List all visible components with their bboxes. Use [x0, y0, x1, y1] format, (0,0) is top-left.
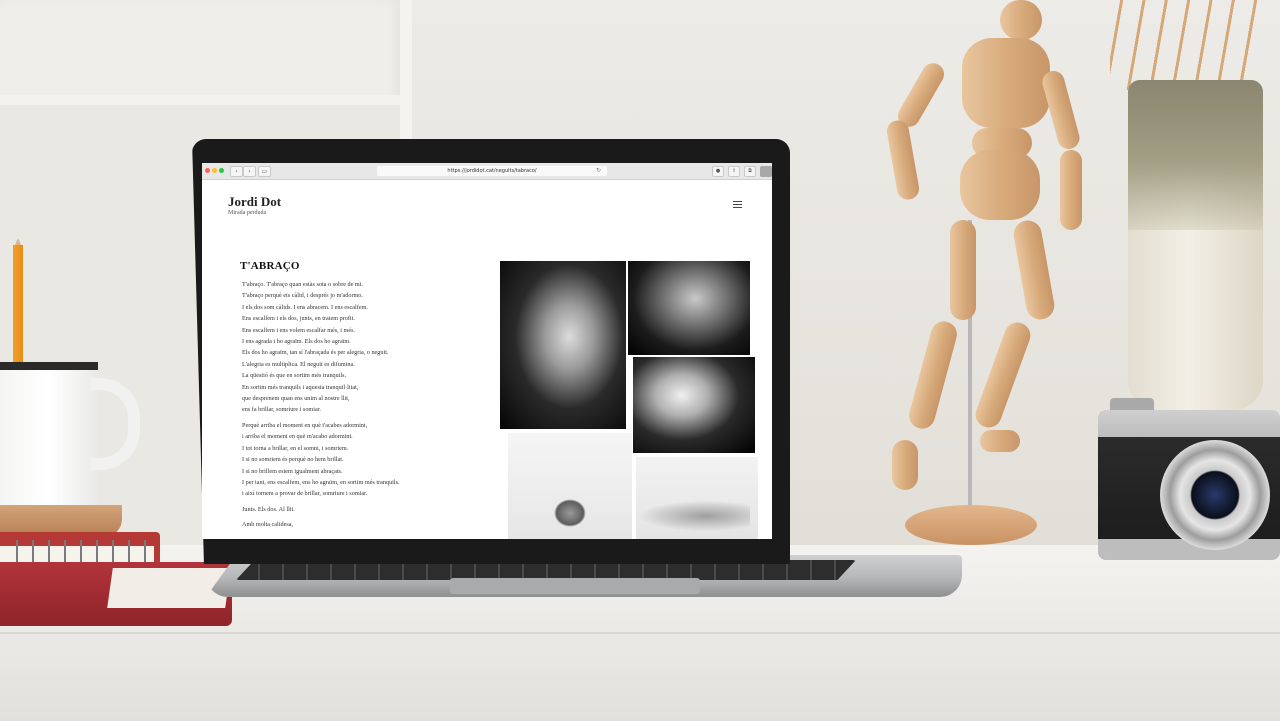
share-icon[interactable]: ⇧ [728, 166, 740, 177]
desk-scene: ‹ › ▭ https://jordidot.cat/neguits/tabra… [0, 0, 1280, 721]
mannequin-foot-left [892, 440, 918, 490]
poem-line: i així tornem a provar de brillar, somri… [242, 490, 368, 498]
poem-line: I ens agrada i ho agraïm. Els dos ho agr… [242, 338, 351, 346]
mannequin-thigh-right [1011, 218, 1057, 322]
poem-line: Ens escalfem i ens volem escalfar més, i… [242, 326, 356, 334]
mannequin-foot-right [980, 430, 1020, 452]
book-pages [107, 568, 231, 608]
poem-line: T'abraço. T'abraço quan estàs sota o sob… [242, 281, 364, 288]
mannequin-chest [962, 38, 1050, 128]
download-icon[interactable]: ● [712, 166, 724, 177]
photo-subject [640, 501, 750, 531]
sidebar-icon[interactable]: ▭ [258, 166, 271, 177]
site-title[interactable]: Jordi Dot [228, 194, 281, 210]
menu-line [733, 201, 742, 202]
poem-line: I els dos som càlids. I ens abracem. I e… [242, 303, 368, 311]
gallery-photo[interactable] [500, 261, 626, 429]
camera-lens [1160, 440, 1270, 550]
mannequin-arm-left [893, 59, 949, 131]
site-tagline: Mirada perduda [228, 210, 267, 216]
laptop-trackpad [450, 578, 700, 594]
zoom-window-button[interactable] [219, 168, 224, 173]
gallery-photo[interactable] [633, 357, 755, 453]
pencil [13, 245, 23, 365]
poem-line: Perquè arriba el moment en què t'acabes … [242, 421, 368, 429]
poem-signoff: Amb molta calidesa, [242, 521, 294, 529]
article-title: T'ABRAÇO [240, 260, 300, 272]
poem-line: I si no brillem estem igualment abraçats… [242, 467, 343, 475]
menu-line [733, 207, 742, 208]
gallery-photo[interactable] [636, 457, 758, 539]
poem-line: I tot torna a brillar, en el somni, i so… [242, 444, 349, 452]
mannequin-forearm-left [885, 118, 921, 202]
desk-edge [0, 632, 1280, 634]
poem-line: Ens escalfem i els dos, junts, en traiem… [242, 315, 355, 323]
tab-overview-icon[interactable] [760, 166, 772, 177]
minimize-window-button[interactable] [212, 168, 217, 173]
close-window-button[interactable] [205, 168, 210, 173]
mannequin-forearm-right [1060, 150, 1082, 230]
browser-toolbar: ‹ › ▭ https://jordidot.cat/neguits/tabra… [202, 163, 772, 180]
chevron-right-icon[interactable]: › [243, 166, 256, 177]
poem-line: I per tant, ens escalfem, ens ho agraïm,… [242, 478, 400, 486]
mannequin-head [1000, 0, 1042, 40]
poem-line: En sortim més tranquils i aquesta tranqu… [242, 383, 359, 391]
coffee-mug [0, 362, 98, 520]
poem-line: L'alegria es multiplica. El neguit es di… [242, 360, 355, 368]
laptop-screen: ‹ › ▭ https://jordidot.cat/neguits/tabra… [202, 163, 772, 539]
wooden-mannequin [880, 0, 1110, 545]
menu-line [733, 204, 742, 205]
mannequin-shin-right [971, 318, 1035, 432]
poem-line: La qüestió és que en sortim més tranquil… [242, 372, 347, 380]
poem-line: I si no somriem és perquè no hem brillat… [242, 456, 344, 464]
mannequin-shin-left [906, 318, 960, 432]
poem-line: Junts. Els dos. Al llit. [242, 505, 295, 513]
poem-line: ens fa brillar, somriure i somiar. [242, 406, 321, 414]
reload-icon[interactable]: ↻ [596, 166, 601, 176]
gallery-photo[interactable] [508, 433, 632, 539]
address-bar[interactable]: https://jordidot.cat/neguits/tabraco/ [377, 166, 607, 176]
chevron-left-icon[interactable]: ‹ [230, 166, 243, 177]
gallery-photo[interactable] [628, 261, 750, 355]
vase-glaze [1128, 80, 1263, 230]
hamburger-menu-icon[interactable] [733, 201, 742, 208]
poem-line: que desprenem quan ens unim al nostre ll… [242, 395, 350, 403]
poem-line: Els dos ho agraïm, tan sí l'abraçada és … [242, 349, 389, 357]
reed-sticks [1110, 0, 1260, 90]
mannequin-thigh-left [950, 220, 976, 320]
tabs-icon[interactable]: ⧉ [744, 166, 756, 177]
poem-body: T'abraço. T'abraço quan estàs sota o sob… [242, 279, 492, 531]
poem-line: T'abraço perquè ets càlid, i després jo … [242, 292, 363, 300]
mannequin-hips [960, 150, 1040, 220]
photo-subject [554, 499, 586, 527]
poem-line: i arriba el moment en què m'acabo adormi… [242, 433, 353, 441]
